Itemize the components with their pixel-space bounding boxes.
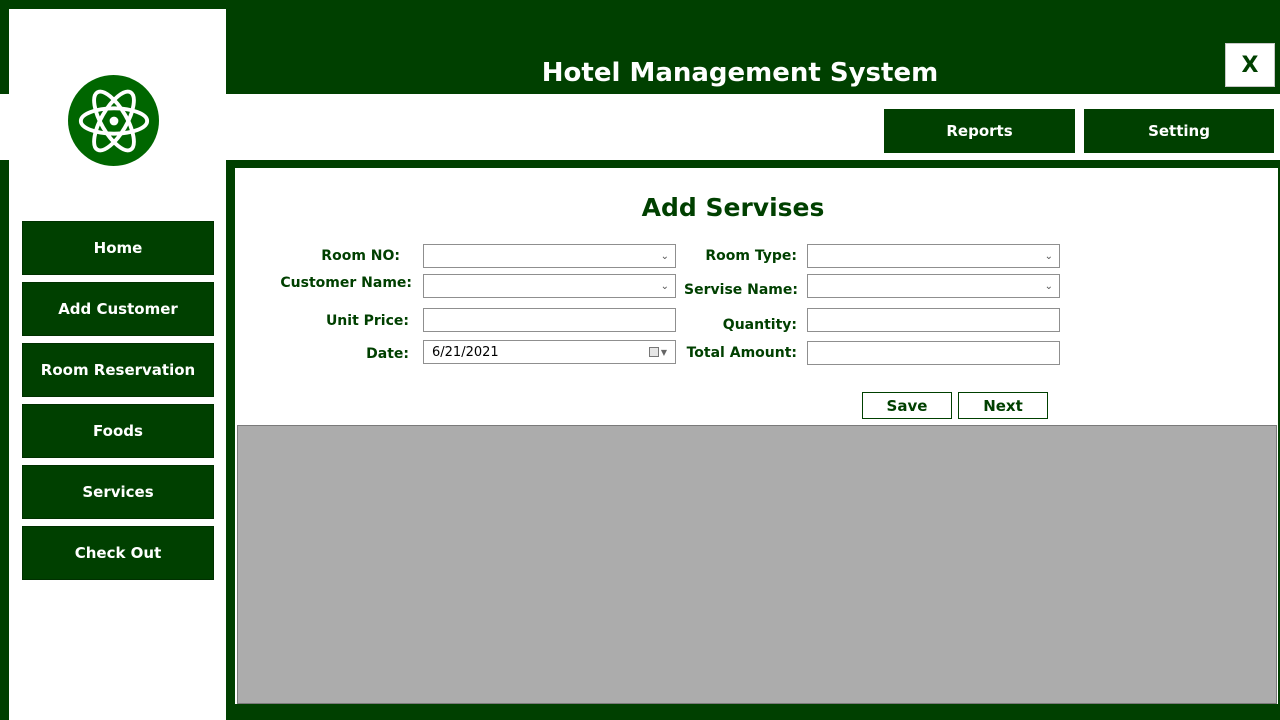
total-amount-label: Total Amount: [686,345,797,361]
close-button[interactable]: X [1225,43,1275,87]
servise-name-label: Servise Name: [684,282,798,298]
sidebar-item-foods[interactable]: Foods [22,404,214,458]
unit-price-label: Unit Price: [325,313,409,329]
atom-icon [68,75,159,166]
sidebar-item-home[interactable]: Home [22,221,214,275]
sidebar-item-services[interactable]: Services [22,465,214,519]
save-button[interactable]: Save [862,392,952,419]
date-picker[interactable]: 6/21/2021 ▼ [423,340,676,364]
sidebar-item-add-customer[interactable]: Add Customer [22,282,214,336]
date-label: Date: [366,346,409,362]
quantity-label: Quantity: [722,317,797,333]
sidebar-item-room-reservation[interactable]: Room Reservation [22,343,214,397]
room-type-label: Room Type: [705,248,797,264]
date-value: 6/21/2021 [432,344,499,360]
setting-button[interactable]: Setting [1084,109,1274,153]
chevron-down-icon: ⌄ [660,280,669,292]
room-no-label: Room NO: [321,248,400,264]
quantity-input[interactable] [807,308,1060,332]
servise-name-select[interactable]: ⌄ [807,274,1060,298]
customer-name-select[interactable]: ⌄ [423,274,676,298]
unit-price-input[interactable] [423,308,676,332]
chevron-down-icon: ⌄ [660,250,669,262]
form-title: Add Servises [641,193,825,222]
services-data-grid[interactable] [237,425,1277,704]
chevron-down-icon: ⌄ [1044,280,1053,292]
next-button[interactable]: Next [958,392,1048,419]
sidebar-item-check-out[interactable]: Check Out [22,526,214,580]
customer-name-label: Customer Name: [280,275,412,291]
app-title: Hotel Management System [541,58,939,88]
calendar-icon: ▼ [648,347,667,357]
room-type-select[interactable]: ⌄ [807,244,1060,268]
total-amount-input[interactable] [807,341,1060,365]
reports-button[interactable]: Reports [884,109,1075,153]
chevron-down-icon: ⌄ [1044,250,1053,262]
room-no-select[interactable]: ⌄ [423,244,676,268]
